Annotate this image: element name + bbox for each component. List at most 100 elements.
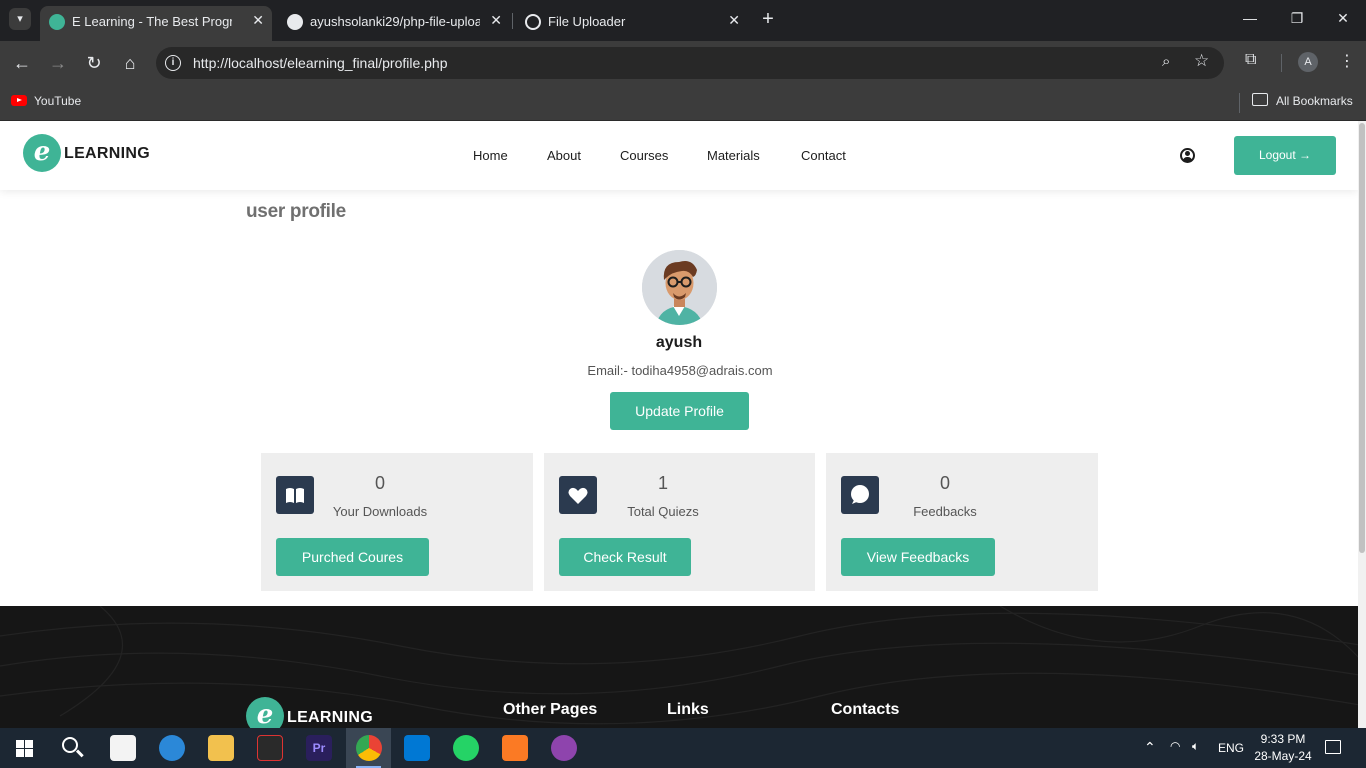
clock-date[interactable]: 28-May-24 bbox=[1250, 749, 1316, 763]
web-page: e LEARNING Home About Courses Materials … bbox=[0, 121, 1366, 728]
globe-icon bbox=[525, 14, 541, 30]
folder-icon bbox=[1252, 93, 1268, 106]
user-account-icon[interactable] bbox=[1180, 148, 1195, 163]
forward-arrow-icon[interactable]: → bbox=[46, 51, 70, 75]
whatsapp-icon[interactable] bbox=[453, 735, 479, 761]
tab-divider bbox=[512, 13, 513, 29]
footer-heading-other-pages: Other Pages bbox=[503, 701, 598, 718]
all-bookmarks[interactable]: All Bookmarks bbox=[1276, 94, 1353, 108]
zoom-magnifier-icon[interactable]: ⌕ bbox=[1162, 53, 1170, 70]
check-result-button[interactable]: Check Result bbox=[559, 538, 691, 576]
tab-title: ayushsolanki29/php-file-upload bbox=[310, 14, 480, 29]
logout-label: Logout bbox=[1258, 148, 1296, 162]
downloads-count: 0 bbox=[374, 473, 385, 493]
restore-icon[interactable]: ❐ bbox=[1287, 10, 1307, 27]
tab-github[interactable]: ayushsolanki29/php-file-upload ✕ bbox=[278, 6, 510, 41]
site-header: e LEARNING Home About Courses Materials … bbox=[0, 121, 1358, 190]
address-bar[interactable]: i http://localhost/elearning_final/profi… bbox=[156, 47, 1224, 79]
new-tab-plus-icon[interactable]: + bbox=[758, 8, 778, 30]
github-favicon bbox=[287, 14, 303, 30]
close-tab-icon[interactable]: ✕ bbox=[728, 12, 740, 29]
quizzes-count: 1 bbox=[657, 473, 668, 493]
bookmark-divider bbox=[1239, 93, 1240, 113]
nav-contact[interactable]: Contact bbox=[801, 148, 846, 163]
windows-taskbar: Pr ⌃ ◠ 🔈︎ ENG 9:33 PM 28-May-24 bbox=[0, 728, 1366, 768]
elearning-favicon bbox=[49, 14, 65, 30]
wifi-icon[interactable]: ◠ bbox=[1170, 739, 1180, 753]
sync-icon[interactable] bbox=[159, 735, 185, 761]
nav-home[interactable]: Home bbox=[473, 148, 508, 163]
page-title: user profile bbox=[246, 201, 346, 222]
store-icon[interactable] bbox=[110, 735, 136, 761]
feedbacks-label: Feedbacks bbox=[913, 504, 977, 519]
github-desktop-icon[interactable] bbox=[551, 735, 577, 761]
tab-file-uploader[interactable]: File Uploader ✕ bbox=[516, 6, 748, 41]
minimize-icon[interactable]: — bbox=[1240, 10, 1260, 26]
url-text[interactable]: http://localhost/elearning_final/profile… bbox=[193, 55, 448, 71]
reload-icon[interactable]: ↻ bbox=[82, 51, 106, 75]
tab-elearning[interactable]: E Learning - The Best Program t ✕ bbox=[40, 6, 272, 41]
footer-heading-links: Links bbox=[667, 701, 709, 718]
browser-toolbar: ← → ↻ ⌂ i http://localhost/elearning_fin… bbox=[0, 41, 1366, 85]
logo-text[interactable]: LEARNING bbox=[64, 145, 150, 163]
logout-button[interactable]: Logout → bbox=[1234, 136, 1336, 175]
browser-tab-bar: ▾ E Learning - The Best Program t ✕ ayus… bbox=[0, 0, 1366, 41]
feedbacks-count: 0 bbox=[939, 473, 950, 493]
profile-avatar[interactable]: A bbox=[1298, 52, 1318, 72]
book-icon bbox=[276, 476, 314, 514]
footer-heading-contacts: Contacts bbox=[831, 701, 900, 718]
chat-icon bbox=[841, 476, 879, 514]
vscode-icon[interactable] bbox=[404, 735, 430, 761]
extensions-puzzle-icon[interactable]: ⧉ bbox=[1245, 51, 1256, 69]
xampp-icon[interactable] bbox=[502, 735, 528, 761]
downloads-card: 0 Your Downloads Purched Coures bbox=[261, 453, 533, 591]
view-feedbacks-button[interactable]: View Feedbacks bbox=[841, 538, 995, 576]
nav-courses[interactable]: Courses bbox=[620, 148, 668, 163]
valorant-icon[interactable] bbox=[257, 735, 283, 761]
close-tab-icon[interactable]: ✕ bbox=[252, 12, 264, 29]
scrollbar-thumb[interactable] bbox=[1359, 123, 1365, 553]
toolbar-divider bbox=[1281, 54, 1282, 72]
menu-kebab-icon[interactable]: ⋮ bbox=[1339, 51, 1355, 71]
nav-materials[interactable]: Materials bbox=[707, 148, 760, 163]
search-icon-handle bbox=[76, 749, 84, 757]
clock-time[interactable]: 9:33 PM bbox=[1252, 732, 1314, 746]
site-info-icon[interactable]: i bbox=[165, 55, 181, 71]
back-arrow-icon[interactable]: ← bbox=[10, 51, 34, 75]
bookmark-star-icon[interactable]: ☆ bbox=[1194, 51, 1209, 71]
notification-icon[interactable] bbox=[1325, 740, 1341, 754]
tab-title: File Uploader bbox=[548, 14, 626, 29]
youtube-icon bbox=[11, 95, 27, 106]
feedbacks-card: 0 Feedbacks View Feedbacks bbox=[826, 453, 1098, 591]
profile-email: Email:- todiha4958@adrais.com bbox=[587, 363, 773, 378]
page-scrollbar[interactable] bbox=[1358, 121, 1366, 728]
file-explorer-icon[interactable] bbox=[208, 735, 234, 761]
nav-about[interactable]: About bbox=[547, 148, 581, 163]
profile-username: ayush bbox=[655, 334, 703, 351]
arrow-right-icon: → bbox=[1299, 148, 1312, 162]
chevron-up-icon[interactable]: ⌃ bbox=[1144, 739, 1156, 756]
downloads-label: Your Downloads bbox=[332, 504, 428, 519]
quizzes-card: 1 Total Quiezs Check Result bbox=[544, 453, 815, 591]
tab-title: E Learning - The Best Program t bbox=[72, 14, 232, 29]
chrome-icon[interactable] bbox=[356, 735, 382, 761]
footer-logo-text[interactable]: LEARNING bbox=[287, 709, 373, 727]
update-profile-button[interactable]: Update Profile bbox=[610, 392, 749, 430]
bookmarks-bar: YouTube All Bookmarks bbox=[0, 85, 1366, 121]
quizzes-label: Total Quiezs bbox=[627, 504, 699, 519]
windows-start-icon[interactable] bbox=[16, 740, 33, 757]
home-icon[interactable]: ⌂ bbox=[118, 51, 142, 75]
language-indicator[interactable]: ENG bbox=[1218, 741, 1244, 755]
close-window-icon[interactable]: ✕ bbox=[1333, 10, 1353, 27]
bookmark-youtube[interactable]: YouTube bbox=[34, 94, 81, 108]
footer-logo-icon[interactable]: e bbox=[246, 697, 284, 728]
heart-icon bbox=[559, 476, 597, 514]
premiere-pro-icon[interactable]: Pr bbox=[306, 735, 332, 761]
close-tab-icon[interactable]: ✕ bbox=[490, 12, 502, 29]
elearning-logo-icon[interactable]: e bbox=[23, 134, 61, 172]
site-footer: e LEARNING Other Pages Links Contacts bbox=[0, 606, 1366, 728]
tab-search-dropdown-icon[interactable]: ▾ bbox=[9, 8, 31, 30]
avatar bbox=[642, 250, 717, 325]
volume-icon[interactable]: 🔈︎ bbox=[1192, 739, 1199, 754]
purchased-courses-button[interactable]: Purched Coures bbox=[276, 538, 429, 576]
